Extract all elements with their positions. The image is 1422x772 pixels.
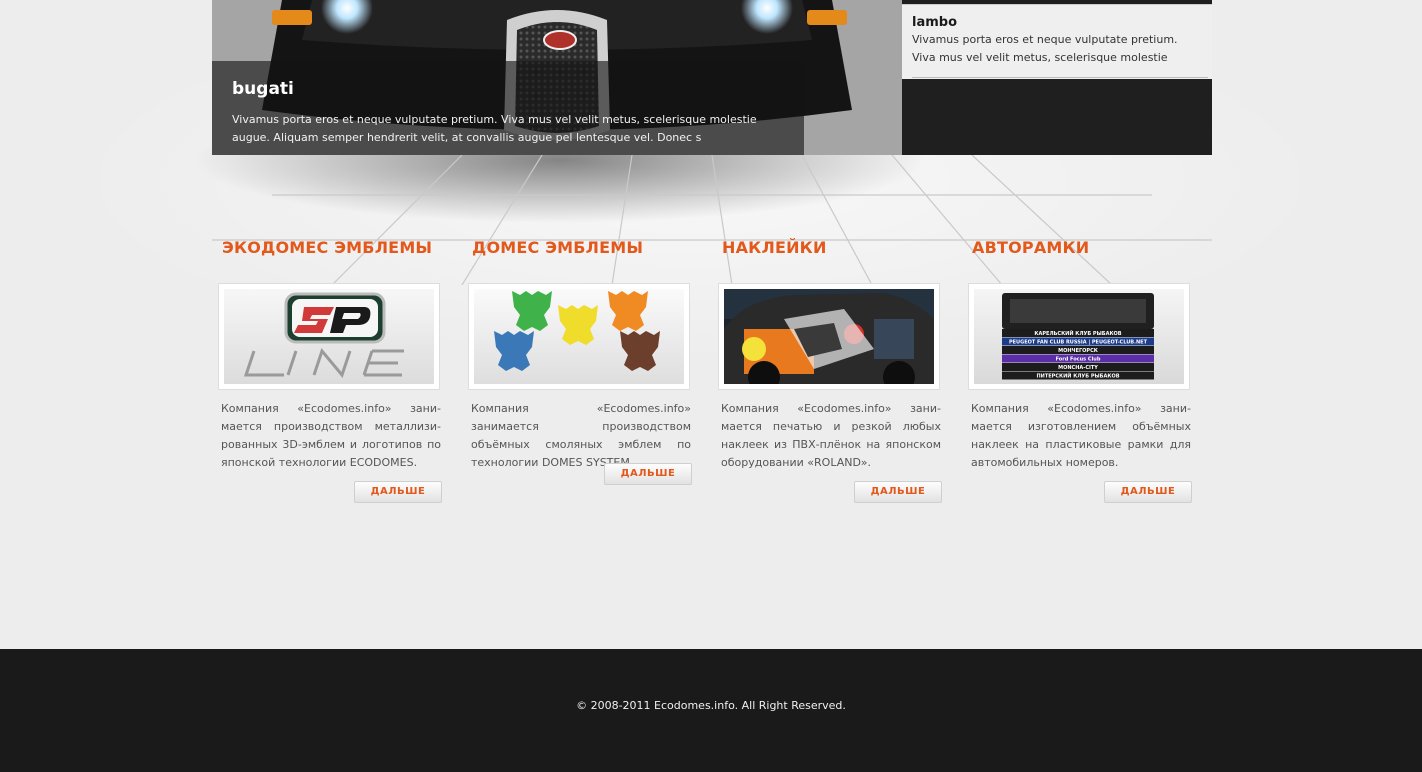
card-plate-frames: АВТОРАМКИ КАРЕЛЬСКИЙ КЛУБ РЫБАКОВ PEUGEOT…: [968, 238, 1192, 503]
more-button[interactable]: ДАЛЬШЕ: [354, 481, 442, 503]
more-button[interactable]: ДАЛЬШЕ: [1104, 481, 1192, 503]
plate-frame-label: КАРЕЛЬСКИЙ КЛУБ РЫБАКОВ: [1034, 329, 1121, 337]
plate-frame-label: Ford Focus Club: [1056, 357, 1101, 363]
card-image-frame[interactable]: [218, 283, 440, 390]
thumb-text: Vivamus porta eros et neque vulputate pr…: [912, 33, 1178, 64]
plate-frame-label: MONCHA-CITY: [1058, 365, 1098, 371]
slide-caption: bugati Vivamus porta eros et neque vulpu…: [212, 61, 804, 155]
sp-line-logo-image: [224, 289, 434, 384]
card-title[interactable]: ДОМЕС ЭМБЛЕМЫ: [468, 238, 692, 262]
sticker-car-image: [724, 289, 934, 384]
plate-frames-image: КАРЕЛЬСКИЙ КЛУБ РЫБАКОВ PEUGEOT FAN CLUB …: [974, 289, 1184, 384]
plate-frame-label: PEUGEOT FAN CLUB RUSSIA | PEUGEOT-CLUB.N…: [1009, 340, 1148, 346]
footer: © 2008-2011 Ecodomes.info. All Right Res…: [0, 649, 1422, 772]
more-button[interactable]: ДАЛЬШЕ: [854, 481, 942, 503]
slide-text: Vivamus porta eros et neque vulputate pr…: [232, 113, 757, 144]
plate-frame-label: МОНЧЕГОРСК: [1058, 348, 1099, 354]
slide-bugati[interactable]: bugati Vivamus porta eros et neque vulpu…: [212, 0, 902, 155]
plate-frame-label: ПИТЕРСКИЙ КЛУБ РЫБАКОВ: [1036, 372, 1119, 380]
copyright-text: © 2008-2011 Ecodomes.info. All Right Res…: [576, 699, 846, 712]
card-description: Компания «Ecodomes.info» зани-мается про…: [221, 402, 441, 469]
card-image-frame[interactable]: [718, 283, 940, 390]
thumb-divider: [912, 77, 1208, 78]
card-title[interactable]: ЭКОДОМЕС ЭМБЛЕМЫ: [218, 238, 442, 262]
slider-thumb-lambo[interactable]: lambo Vivamus porta eros et neque vulput…: [902, 4, 1212, 79]
card-image-frame[interactable]: КАРЕЛЬСКИЙ КЛУБ РЫБАКОВ PEUGEOT FAN CLUB …: [968, 283, 1190, 390]
card-description: Компания «Ecodomes.info» зани-мается изг…: [971, 402, 1191, 469]
card-stickers: НАКЛЕЙКИ Компания «Ecodomes.info» зани-м…: [718, 238, 942, 503]
transformers-emblems-image: [474, 289, 684, 384]
floor-grid-decoration: [212, 155, 1212, 285]
featured-slider: bugati Vivamus porta eros et neque vulpu…: [212, 0, 1212, 155]
card-description: Компания «Ecodomes.info» зани-мается печ…: [721, 402, 941, 469]
card-title[interactable]: АВТОРАМКИ: [968, 238, 1192, 262]
thumb-title: lambo: [912, 15, 958, 30]
card-image-frame[interactable]: [468, 283, 690, 390]
card-ecodomes-emblems: ЭКОДОМЕС ЭМБЛЕМЫ Компания «Ecodomes.info…: [218, 238, 442, 503]
more-button[interactable]: ДАЛЬШЕ: [604, 463, 692, 485]
card-title[interactable]: НАКЛЕЙКИ: [718, 238, 942, 262]
slider-thumb-list: lambo Vivamus porta eros et neque vulput…: [902, 0, 1212, 155]
slide-title: bugati: [232, 79, 294, 99]
card-description: Компания «Ecodomes.info» занимается прои…: [471, 402, 691, 469]
card-domes-emblems: ДОМЕС ЭМБЛЕМЫ Компания «Ecodomes.info» з…: [468, 238, 692, 485]
